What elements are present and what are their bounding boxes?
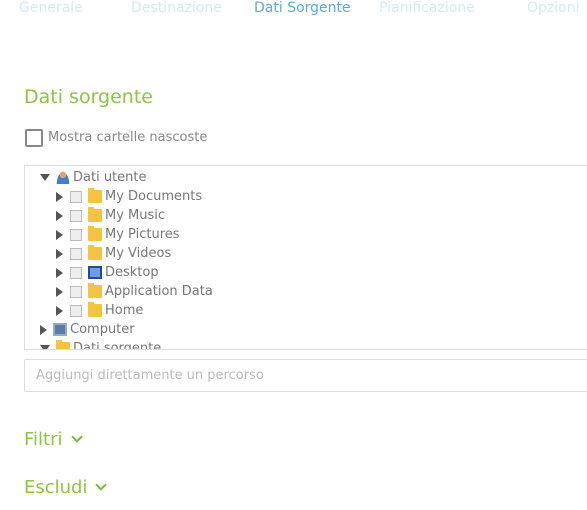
tree-checkbox[interactable] xyxy=(70,209,82,222)
exclude-label: Escludi xyxy=(24,477,88,498)
tree-item-dati-utente[interactable]: Dati utente xyxy=(40,168,147,187)
expand-icon[interactable] xyxy=(56,305,63,316)
tree-item-label: My Videos xyxy=(105,246,172,261)
tab-pianificazione[interactable]: Pianificazione xyxy=(379,0,475,16)
tree-item[interactable]: Home xyxy=(56,301,143,320)
tree-item-label: My Music xyxy=(105,208,166,223)
tree-item[interactable]: My Music xyxy=(56,206,165,225)
tree-checkbox[interactable] xyxy=(70,247,82,260)
expand-icon[interactable] xyxy=(56,267,63,278)
tree-item[interactable]: My Pictures xyxy=(56,225,180,244)
folder-icon xyxy=(88,245,102,260)
folder-icon xyxy=(56,340,70,349)
documents-folder-icon xyxy=(88,188,102,203)
tab-dati-sorgente[interactable]: Dati Sorgente xyxy=(254,0,351,16)
chevron-down-icon xyxy=(95,479,108,491)
desktop-icon xyxy=(88,266,102,279)
filters-label: Filtri xyxy=(24,429,63,450)
tab-generale[interactable]: Generale xyxy=(19,0,83,16)
tree-item-label: Application Data xyxy=(105,284,213,299)
tree-item-computer[interactable]: Computer xyxy=(40,320,135,339)
tree-item-label: Computer xyxy=(70,322,135,337)
tree-item[interactable]: Application Data xyxy=(56,282,213,301)
section-title: Dati sorgente xyxy=(24,86,153,108)
tree-item-label: Dati utente xyxy=(73,170,147,185)
computer-icon xyxy=(53,323,67,336)
pictures-folder-icon xyxy=(88,226,102,241)
expand-icon[interactable] xyxy=(56,248,63,259)
tree-item-label: Home xyxy=(105,303,144,318)
music-folder-icon xyxy=(88,207,102,222)
show-hidden-label[interactable]: Mostra cartelle nascoste xyxy=(48,130,207,145)
expand-icon[interactable] xyxy=(40,324,47,335)
tree-item-label: Desktop xyxy=(105,265,159,280)
tree-checkbox[interactable] xyxy=(70,266,82,279)
show-hidden-checkbox[interactable] xyxy=(25,129,43,147)
expand-icon[interactable] xyxy=(56,286,63,297)
home-folder-icon xyxy=(88,302,102,317)
tab-opzioni[interactable]: Opzioni xyxy=(527,0,579,16)
tree-item-dati-sorgente[interactable]: Dati sorgente xyxy=(40,339,162,350)
user-icon xyxy=(56,171,70,184)
expand-icon[interactable] xyxy=(56,210,63,221)
tree-checkbox[interactable] xyxy=(70,285,82,298)
collapse-icon[interactable] xyxy=(40,345,50,349)
tree-item[interactable]: My Documents xyxy=(56,187,202,206)
chevron-down-icon xyxy=(70,431,83,443)
tree-item-label: My Pictures xyxy=(105,227,180,242)
collapse-icon[interactable] xyxy=(40,174,50,181)
expand-icon[interactable] xyxy=(56,191,63,202)
tree-checkbox[interactable] xyxy=(70,228,82,241)
exclude-toggle[interactable]: Escludi xyxy=(24,477,108,498)
tree-item[interactable]: My Videos xyxy=(56,244,171,263)
expand-icon[interactable] xyxy=(56,229,63,240)
tree-item[interactable]: Desktop xyxy=(56,263,159,282)
tree-checkbox[interactable] xyxy=(70,304,82,317)
path-input[interactable] xyxy=(24,359,587,392)
folder-tree[interactable]: Dati utente My Documents My Music My Pic… xyxy=(24,165,587,350)
tree-item-label: Dati sorgente xyxy=(73,341,162,350)
filters-toggle[interactable]: Filtri xyxy=(24,429,83,450)
tree-checkbox[interactable] xyxy=(70,190,82,203)
tab-destinazione[interactable]: Destinazione xyxy=(131,0,222,16)
tree-item-label: My Documents xyxy=(105,189,203,204)
folder-icon xyxy=(88,283,102,298)
